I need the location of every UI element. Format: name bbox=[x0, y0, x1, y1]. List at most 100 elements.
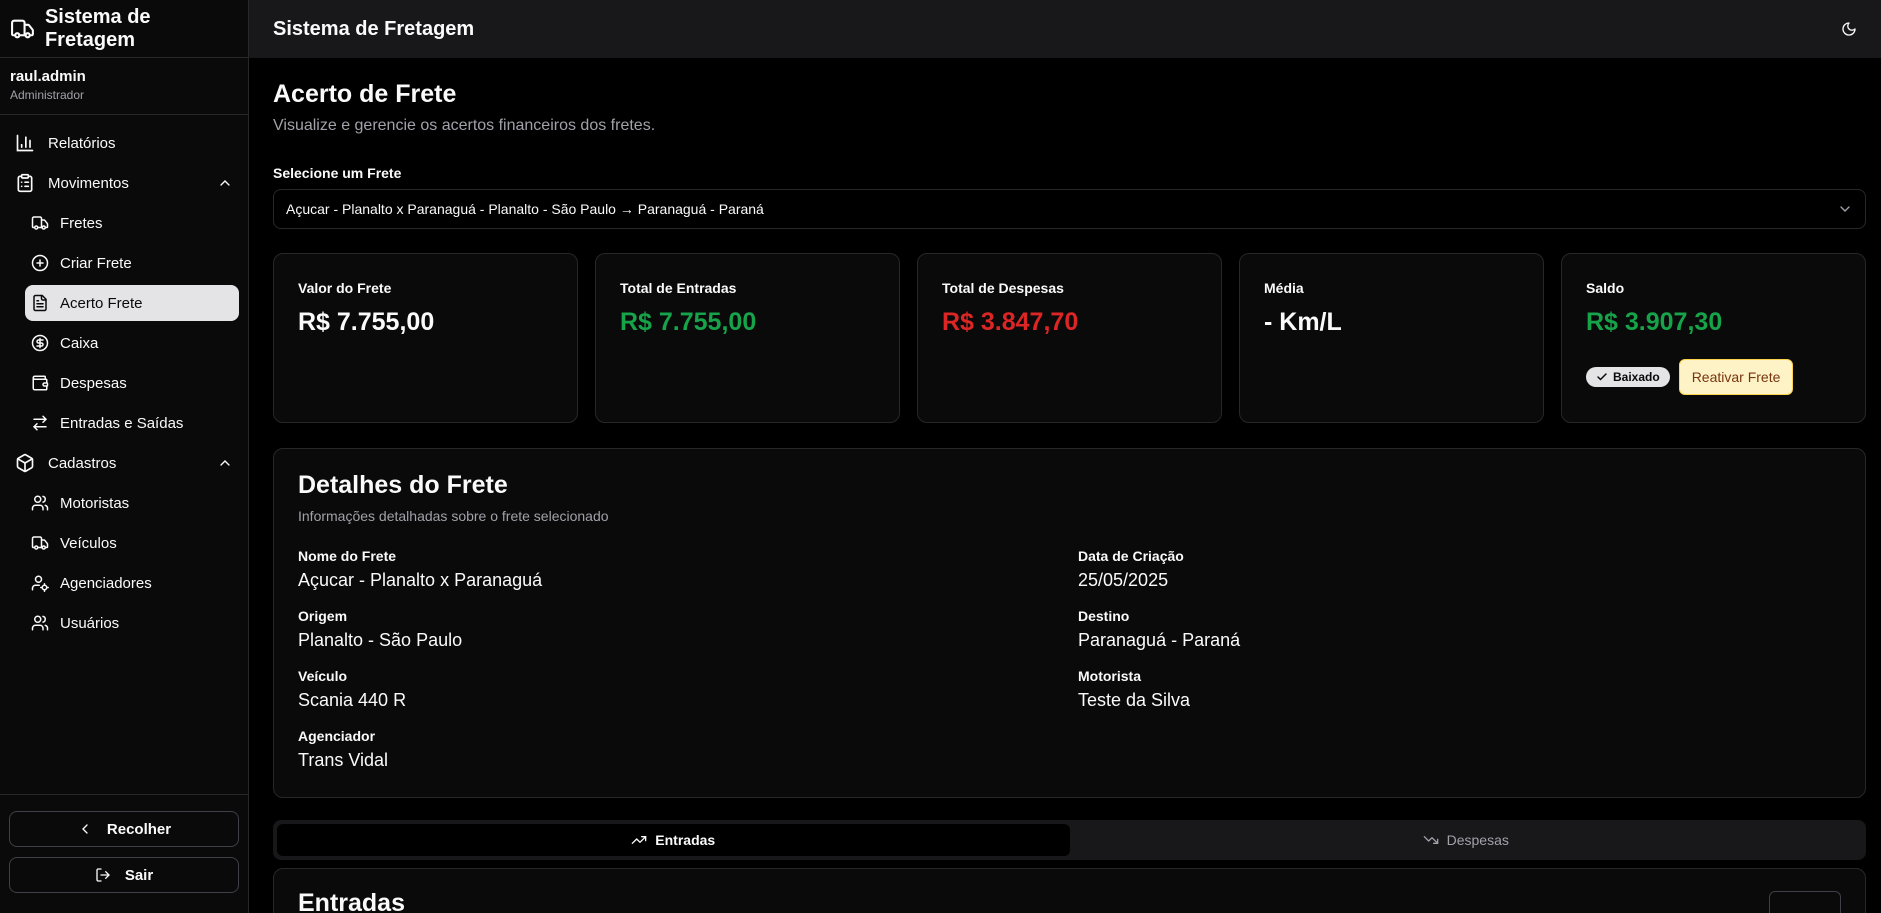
clipboard-icon bbox=[17, 173, 33, 193]
tab-label: Entradas bbox=[655, 832, 716, 848]
stat-card-media: Média - Km/L bbox=[1239, 253, 1544, 423]
tab-entradas[interactable]: Entradas bbox=[277, 824, 1070, 856]
details-title: Detalhes do Frete bbox=[298, 471, 508, 499]
stat-label: Total de Despesas bbox=[942, 280, 1064, 296]
stat-card-despesas: Total de Despesas R$ 3.847,70 bbox=[917, 253, 1222, 423]
sidebar-item-usuarios[interactable]: Usuários bbox=[25, 605, 239, 641]
box-icon bbox=[16, 453, 34, 473]
field-agenciador: Agenciador Trans Vidal bbox=[298, 728, 1078, 771]
sidebar-item-label: Cadastros bbox=[48, 454, 117, 472]
logout-label: Sair bbox=[124, 866, 154, 884]
sidebar-item-label: Motoristas bbox=[60, 494, 130, 512]
collapse-button[interactable]: Recolher bbox=[9, 811, 239, 847]
users-icon bbox=[31, 495, 49, 511]
field-value: Teste da Silva bbox=[1078, 690, 1191, 710]
page-title: Acerto de Frete bbox=[273, 80, 457, 108]
sidebar-item-label: Criar Frete bbox=[60, 254, 132, 272]
freight-select-label: Selecione um Frete bbox=[273, 165, 402, 181]
sidebar-item-label: Relatórios bbox=[48, 134, 116, 152]
field-value: Paranaguá - Paraná bbox=[1078, 630, 1241, 650]
sidebar-nav: Relatórios Movimentos Fretes Criar Frete bbox=[0, 115, 248, 794]
stat-value: R$ 7.755,00 bbox=[620, 308, 757, 336]
sidebar-item-veiculos[interactable]: Veículos bbox=[25, 525, 239, 561]
panel-action-button[interactable] bbox=[1769, 891, 1841, 913]
field-label: Agenciador bbox=[298, 728, 376, 744]
stat-card-entradas: Total de Entradas R$ 7.755,00 bbox=[595, 253, 900, 423]
user-info: raul.admin Administrador bbox=[0, 58, 248, 115]
sidebar-item-agenciadores[interactable]: Agenciadores bbox=[25, 565, 239, 601]
details-card: Detalhes do Frete Informações detalhadas… bbox=[273, 448, 1866, 798]
sidebar-item-fretes[interactable]: Fretes bbox=[25, 205, 239, 241]
status-badge-label: Baixado bbox=[1613, 370, 1660, 384]
tab-label: Despesas bbox=[1446, 832, 1509, 848]
stat-label: Saldo bbox=[1586, 280, 1625, 296]
sidebar-item-label: Fretes bbox=[60, 214, 103, 232]
chevron-left-icon bbox=[81, 824, 88, 834]
details-grid: Nome do Frete Açucar - Planalto x Parana… bbox=[298, 548, 1841, 771]
sidebar-item-relatorios[interactable]: Relatórios bbox=[9, 125, 239, 161]
field-value: Planalto - São Paulo bbox=[298, 630, 463, 650]
stat-value: - Km/L bbox=[1264, 308, 1342, 336]
tab-despesas[interactable]: Despesas bbox=[1070, 824, 1863, 856]
cadastros-submenu: Motoristas Veículos Agenciadores Usuário… bbox=[9, 485, 239, 641]
sidebar-group-movimentos[interactable]: Movimentos bbox=[9, 165, 239, 201]
details-subtitle: Informações detalhadas sobre o frete sel… bbox=[298, 508, 609, 524]
logout-button[interactable]: Sair bbox=[9, 857, 239, 893]
sidebar-item-label: Usuários bbox=[60, 614, 120, 632]
field-label: Data de Criação bbox=[1078, 548, 1184, 564]
sidebar-item-entradas-saidas[interactable]: Entradas e Saídas bbox=[25, 405, 239, 441]
chevron-down-icon bbox=[1840, 206, 1850, 212]
freight-select[interactable]: Açucar - Planalto x Paranaguá - Planalto… bbox=[273, 189, 1866, 229]
sidebar-item-caixa[interactable]: Caixa bbox=[25, 325, 239, 361]
trending-down-icon bbox=[1423, 836, 1438, 844]
moon-icon[interactable] bbox=[1841, 21, 1857, 37]
plus-circle-icon bbox=[31, 254, 49, 272]
sidebar-item-despesas[interactable]: Despesas bbox=[25, 365, 239, 401]
page-subtitle: Visualize e gerencie os acertos financei… bbox=[273, 117, 656, 134]
truck-icon bbox=[11, 19, 34, 38]
brand-title: Sistema de Fretagem bbox=[44, 5, 151, 51]
entradas-panel: Entradas bbox=[273, 868, 1866, 913]
movimentos-submenu: Fretes Criar Frete Acerto Frete Caixa De… bbox=[9, 205, 239, 441]
field-label: Motorista bbox=[1078, 668, 1141, 684]
sidebar-item-criar-frete[interactable]: Criar Frete bbox=[25, 245, 239, 281]
brand[interactable]: Sistema de Fretagem bbox=[0, 0, 248, 58]
field-veiculo: Veículo Scania 440 R bbox=[298, 668, 1078, 711]
check-icon bbox=[1597, 373, 1607, 381]
field-value: Trans Vidal bbox=[298, 750, 389, 770]
arrows-left-right-icon bbox=[33, 415, 47, 431]
field-nome: Nome do Frete Açucar - Planalto x Parana… bbox=[298, 548, 1078, 591]
status-badge: Baixado bbox=[1586, 367, 1670, 387]
truck-icon bbox=[31, 536, 49, 550]
stats-row: Valor do Frete R$ 7.755,00 Total de Entr… bbox=[273, 253, 1866, 423]
trending-up-icon bbox=[631, 836, 647, 844]
main: Sistema de Fretagem Acerto de Frete Visu… bbox=[249, 0, 1881, 913]
field-label: Origem bbox=[298, 608, 348, 624]
stat-label: Valor do Frete bbox=[298, 280, 392, 296]
sidebar-group-cadastros[interactable]: Cadastros bbox=[9, 445, 239, 481]
field-value: Scania 440 R bbox=[298, 690, 407, 710]
sidebar-item-motoristas[interactable]: Motoristas bbox=[25, 485, 239, 521]
field-destino: Destino Paranaguá - Paraná bbox=[1078, 608, 1841, 651]
field-data: Data de Criação 25/05/2025 bbox=[1078, 548, 1841, 591]
sidebar-item-acerto-frete[interactable]: Acerto Frete bbox=[25, 285, 239, 321]
stat-value: R$ 3.847,70 bbox=[942, 308, 1079, 336]
sidebar-item-label: Acerto Frete bbox=[60, 294, 143, 312]
stat-label: Total de Entradas bbox=[620, 280, 737, 296]
file-text-icon bbox=[33, 294, 47, 312]
sidebar-item-label: Movimentos bbox=[48, 174, 129, 192]
sidebar-item-label: Despesas bbox=[60, 374, 127, 392]
logout-icon bbox=[96, 868, 110, 882]
field-label: Veículo bbox=[298, 668, 348, 684]
sidebar-item-label: Veículos bbox=[60, 534, 117, 552]
reactivate-button[interactable]: Reativar Frete bbox=[1678, 359, 1794, 395]
stat-card-saldo: Saldo R$ 3.907,30 Baixado Reativar Frete bbox=[1561, 253, 1866, 423]
chevron-up-icon bbox=[220, 180, 230, 186]
truck-icon bbox=[31, 216, 49, 230]
topbar-title: Sistema de Fretagem bbox=[273, 17, 475, 40]
tabs: Entradas Despesas bbox=[273, 820, 1866, 860]
user-cog-icon bbox=[31, 575, 49, 592]
collapse-label: Recolher bbox=[106, 820, 172, 838]
saldo-actions: Baixado Reativar Frete bbox=[1586, 359, 1841, 395]
content: Acerto de Frete Visualize e gerencie os … bbox=[249, 58, 1881, 913]
